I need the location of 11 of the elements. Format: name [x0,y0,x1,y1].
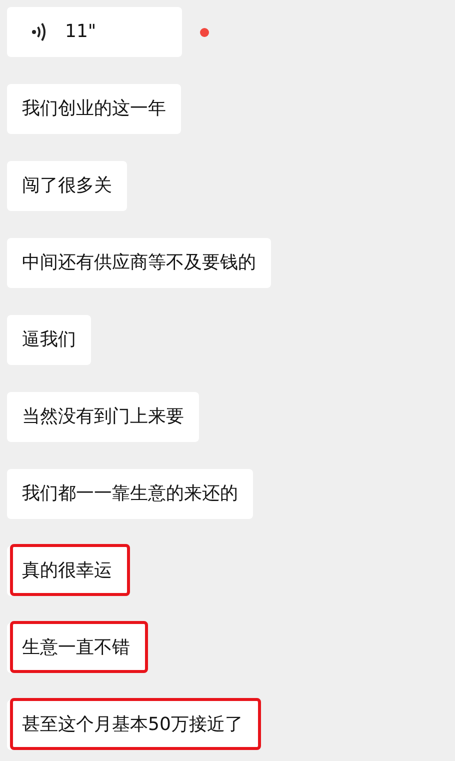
message-bubble: 闯了很多关 [7,161,127,211]
message-bubble: 甚至这个月基本50万接近了 [7,700,258,750]
message-bubble: 中间还有供应商等不及要钱的 [7,238,271,288]
voice-message[interactable]: 11" [7,7,182,57]
message-bubble: 当然没有到门上来要 [7,392,199,442]
message-bubble: 逼我们 [7,315,91,365]
message-bubble: 生意一直不错 [7,623,145,673]
message-bubble: 我们创业的这一年 [7,84,181,134]
message-bubble: 真的很幸运 [7,546,127,596]
message-bubble: 我们都一一靠生意的来还的 [7,469,253,519]
voice-icon [31,22,47,42]
